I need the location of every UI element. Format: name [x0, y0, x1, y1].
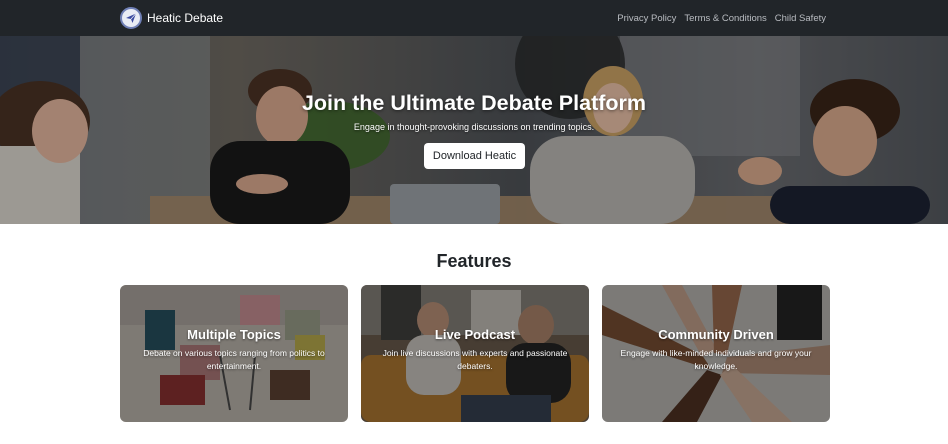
card-title: Multiple Topics — [187, 327, 281, 342]
hero-subtitle: Engage in thought-provoking discussions … — [353, 122, 595, 132]
nav-link-privacy-policy[interactable]: Privacy Policy — [617, 13, 676, 24]
hero-title: Join the Ultimate Debate Platform — [301, 91, 647, 115]
card-text: Join live discussions with experts and p… — [382, 348, 568, 371]
card-title: Live Podcast — [434, 327, 516, 342]
brand-link[interactable]: Heatic Debate — [120, 7, 223, 29]
feature-card-community-driven[interactable]: Community Driven Engage with like-minded… — [602, 285, 830, 422]
features-heading: Features — [436, 251, 512, 271]
card-title: Community Driven — [658, 327, 774, 342]
nav-link-child-safety[interactable]: Child Safety — [775, 13, 826, 24]
nav-links: Privacy Policy Terms & Conditions Child … — [609, 0, 826, 36]
feature-card-multiple-topics[interactable]: Multiple Topics Debate on various topics… — [120, 285, 348, 422]
download-heatic-button[interactable]: Download Heatic — [424, 143, 525, 169]
navbar: Heatic Debate Privacy Policy Terms & Con… — [0, 0, 948, 36]
brand-name: Heatic Debate — [147, 11, 224, 25]
paper-plane-icon — [120, 7, 142, 29]
feature-card-live-podcast[interactable]: Live Podcast Join live discussions with … — [361, 285, 589, 422]
card-text: Debate on various topics ranging from po… — [143, 348, 325, 371]
card-text: Engage with like-minded individuals and … — [620, 348, 812, 371]
hero-section: Join the Ultimate Debate Platform Engage… — [0, 36, 948, 224]
nav-link-terms-conditions[interactable]: Terms & Conditions — [684, 13, 766, 24]
